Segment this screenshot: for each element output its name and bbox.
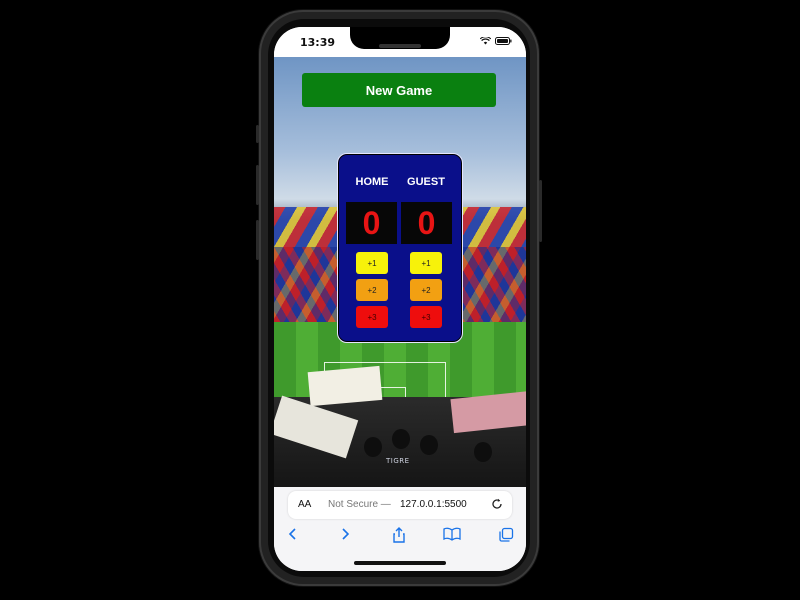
home-plus-2-button[interactable]: +2 — [356, 279, 388, 301]
power-button — [539, 180, 542, 242]
scoreboard: HOME GUEST 0 0 +1 +2 +3 +1 +2 +3 — [337, 153, 463, 343]
wifi-icon — [480, 37, 491, 45]
new-game-button[interactable]: New Game — [302, 73, 496, 107]
guest-plus-2-button[interactable]: +2 — [410, 279, 442, 301]
battery-icon — [495, 37, 512, 45]
home-label: HOME — [355, 176, 389, 188]
guest-plus-1-button[interactable]: +1 — [410, 252, 442, 274]
speaker — [379, 44, 421, 48]
phone-screen: 13:39 TIGRE New Game HOME GUEST 0 0 +1 +… — [274, 27, 526, 571]
home-plus-1-button[interactable]: +1 — [356, 252, 388, 274]
safari-toolbar: AA Not Secure — 127.0.0.1:5500 — [274, 487, 526, 571]
guest-plus-3-button[interactable]: +3 — [410, 306, 442, 328]
guest-label: GUEST — [407, 176, 445, 188]
forward-icon[interactable] — [338, 527, 352, 541]
status-bar: 13:39 — [274, 27, 526, 57]
fan-head — [474, 442, 492, 462]
guest-score: 0 — [401, 202, 452, 244]
action-button — [256, 125, 259, 143]
share-icon[interactable] — [391, 527, 407, 543]
fan-scarf — [307, 365, 383, 407]
volume-down-button — [256, 220, 259, 260]
url-text[interactable]: 127.0.0.1:5500 — [400, 499, 467, 510]
home-score: 0 — [346, 202, 397, 244]
fan-head — [420, 435, 438, 455]
home-plus-3-button[interactable]: +3 — [356, 306, 388, 328]
status-time: 13:39 — [300, 36, 336, 49]
reload-icon[interactable] — [490, 497, 504, 511]
crowd-banner-text: TIGRE — [386, 457, 410, 465]
security-label: Not Secure — — [328, 499, 391, 510]
status-icons — [480, 37, 512, 45]
home-indicator — [354, 561, 446, 565]
fan-head — [392, 429, 410, 449]
back-icon[interactable] — [286, 527, 300, 541]
tabs-icon[interactable] — [498, 527, 514, 543]
volume-up-button — [256, 165, 259, 205]
bookmarks-icon[interactable] — [443, 527, 461, 541]
reader-aa-button[interactable]: AA — [298, 499, 311, 510]
web-content: TIGRE New Game HOME GUEST 0 0 +1 +2 +3 +… — [274, 57, 526, 487]
address-bar[interactable]: AA Not Secure — 127.0.0.1:5500 — [288, 491, 512, 519]
fan-head — [364, 437, 382, 457]
